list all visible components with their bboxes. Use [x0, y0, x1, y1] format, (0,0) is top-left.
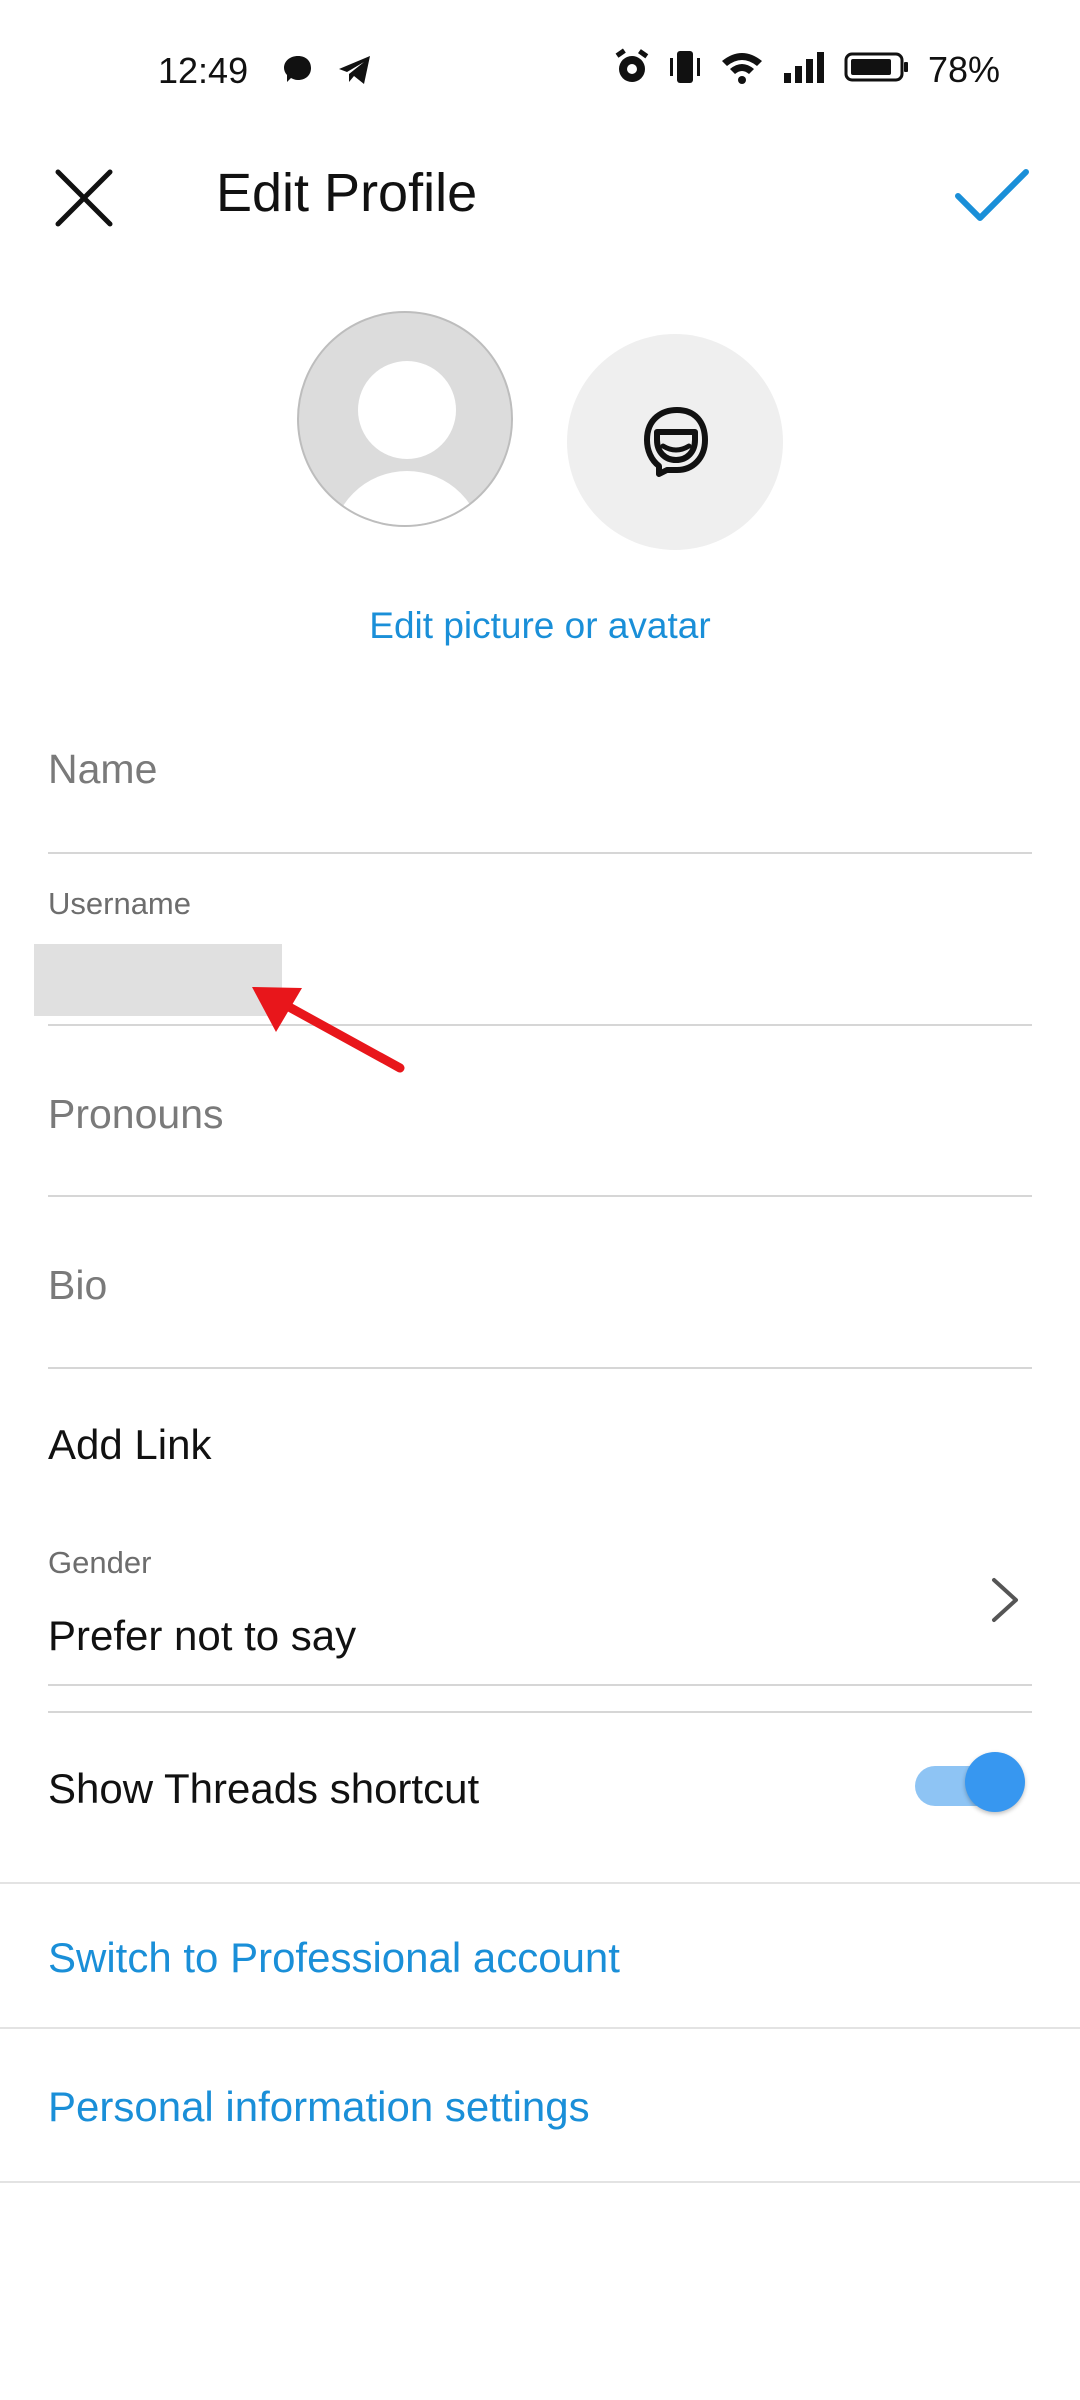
threads-shortcut-toggle[interactable]: [915, 1752, 1027, 1816]
save-button[interactable]: [952, 160, 1032, 230]
telegram-icon: [336, 52, 374, 93]
row-divider: [0, 1882, 1080, 1884]
switch-professional-link[interactable]: Switch to Professional account: [48, 1934, 620, 1982]
gender-divider: [48, 1684, 1032, 1686]
status-time: 12:49: [158, 50, 249, 91]
signal-icon: [782, 49, 826, 90]
avatar-icon: [644, 407, 708, 477]
edit-picture-link[interactable]: Edit picture or avatar: [0, 605, 1080, 647]
annotation-arrow: [252, 987, 405, 1073]
close-icon: [55, 169, 113, 227]
gender-label: Gender: [48, 1545, 152, 1580]
row-divider: [0, 2181, 1080, 2183]
name-field[interactable]: Name: [48, 746, 157, 793]
alarm-icon: [614, 48, 650, 91]
wifi-icon: [720, 49, 764, 90]
profile-picture[interactable]: [297, 311, 513, 527]
battery-percentage: 78%: [927, 48, 1000, 90]
toggle-knob: [965, 1752, 1025, 1812]
pronouns-field[interactable]: Pronouns: [48, 1091, 224, 1138]
bio-field[interactable]: Bio: [48, 1262, 107, 1309]
section-divider: [48, 1711, 1032, 1713]
close-button[interactable]: [48, 162, 120, 234]
notification-icons: [280, 52, 374, 93]
username-label: Username: [48, 886, 191, 921]
row-divider: [0, 2027, 1080, 2029]
create-avatar-button[interactable]: [567, 334, 783, 550]
add-link-button[interactable]: Add Link: [48, 1421, 211, 1469]
gender-value[interactable]: Prefer not to say: [48, 1612, 356, 1660]
personal-info-settings-link[interactable]: Personal information settings: [48, 2083, 590, 2131]
battery-icon: [844, 49, 910, 90]
system-icons: 78%: [614, 48, 1000, 91]
threads-icon: [280, 52, 316, 93]
username-divider: [48, 1024, 1032, 1026]
status-bar: 12:49 78%: [0, 0, 1080, 140]
name-divider: [48, 852, 1032, 854]
checkmark-icon: [955, 169, 1029, 221]
top-app-bar: Edit Profile: [0, 150, 1080, 240]
default-avatar-body: [331, 471, 483, 525]
pronouns-divider: [48, 1195, 1032, 1197]
page-title: Edit Profile: [216, 163, 478, 223]
vibrate-icon: [668, 48, 702, 91]
threads-shortcut-label: Show Threads shortcut: [48, 1765, 480, 1812]
default-avatar-head: [358, 361, 456, 459]
chevron-right-icon[interactable]: [984, 1574, 1024, 1626]
bio-divider: [48, 1367, 1032, 1369]
